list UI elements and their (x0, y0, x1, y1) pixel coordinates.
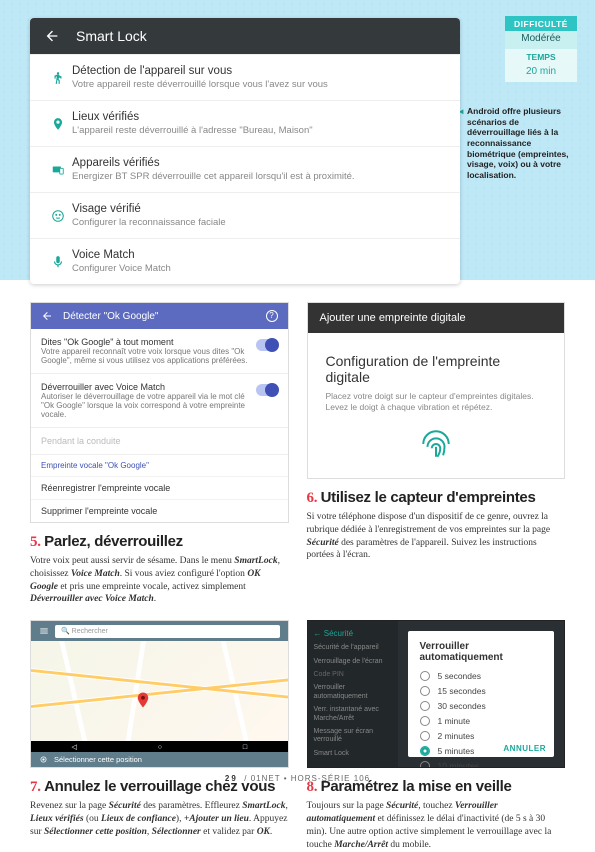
okgoogle-header: Détecter "Ok Google" ? (31, 303, 288, 329)
security-settings-bg: ← Sécurité Sécurité de l'appareil Verrou… (308, 621, 398, 767)
lock-opt-1m[interactable]: 1 minute (420, 716, 543, 726)
step5-body: Votre voix peut aussi servir de sésame. … (30, 555, 289, 606)
page-footer: 29 / 01NET • HORS-SÉRIE 106 (0, 774, 595, 783)
step8-body: Toujours sur la page Sécurité, touchez V… (307, 800, 566, 851)
autolock-screenshot: ← Sécurité Sécurité de l'appareil Verrou… (307, 620, 566, 768)
map-topbar: 🔍 Rechercher (31, 621, 288, 641)
step7-body: Revenez sur la page Sécurité des paramèt… (30, 800, 289, 838)
lock-opt-5s[interactable]: 5 secondes (420, 671, 543, 681)
fingerprint-header: Ajouter une empreinte digitale (308, 303, 565, 333)
security-back[interactable]: ← Sécurité (314, 629, 392, 638)
lock-opt-10m[interactable]: 10 minutes (420, 761, 543, 768)
lock-opt-15s[interactable]: 15 secondes (420, 686, 543, 696)
okg-row-driving[interactable]: Pendant la conduite (31, 428, 288, 455)
nav-home-icon[interactable]: ○ (158, 744, 162, 751)
smartlock-item-voice[interactable]: Voice MatchConfigurer Voice Match (30, 238, 460, 284)
toggle-icon[interactable] (256, 339, 278, 351)
smartlock-card: Smart Lock Détection de l'appareil sur v… (30, 18, 460, 284)
devices-icon (44, 163, 72, 177)
okg-rerecord[interactable]: Réenregistrer l'empreinte vocale (31, 476, 288, 499)
lock-opt-30s[interactable]: 30 secondes (420, 701, 543, 711)
map-screenshot: 🔍 Rechercher ◁ ○ □ Sélectionner cette po… (30, 620, 289, 768)
smartlock-title: Smart Lock (76, 28, 147, 44)
toggle-icon[interactable] (256, 384, 278, 396)
smartlock-header: Smart Lock (30, 18, 460, 54)
map-select-bar[interactable]: Sélectionner cette position (31, 752, 288, 767)
dialog-title: Verrouiller automatiquement (420, 641, 543, 663)
target-icon (39, 755, 48, 764)
smartlock-item-devices[interactable]: Appareils vérifiésEnergizer BT SPR déver… (30, 146, 460, 192)
map-pin-icon (134, 691, 152, 709)
smartlock-item-onbody[interactable]: Détection de l'appareil sur vousVotre ap… (30, 54, 460, 100)
fingerprint-title: Configuration de l'empreinte digitale (326, 353, 547, 385)
fingerprint-icon (326, 427, 547, 464)
lock-opt-2m[interactable]: 2 minutes (420, 731, 543, 741)
place-icon (44, 117, 72, 131)
smartlock-item-places[interactable]: Lieux vérifiésL'appareil reste déverroui… (30, 100, 460, 146)
okg-row-always[interactable]: Dites "Ok Google" à tout momentVotre app… (31, 329, 288, 374)
nav-back-icon[interactable]: ◁ (71, 743, 76, 751)
map-search-input[interactable]: 🔍 Rechercher (55, 625, 280, 638)
nav-recent-icon[interactable]: □ (243, 744, 247, 751)
face-icon (44, 209, 72, 223)
menu-icon[interactable] (39, 626, 49, 636)
autolock-dialog: Verrouiller automatiquement 5 secondes 1… (408, 631, 555, 757)
fingerprint-panel: Ajouter une empreinte digitale Configura… (307, 302, 566, 479)
okgoogle-panel: Détecter "Ok Google" ? Dites "Ok Google"… (30, 302, 289, 523)
map-canvas[interactable] (31, 641, 288, 753)
fingerprint-sub: Placez votre doigt sur le capteur d'empr… (326, 391, 547, 413)
back-arrow-icon[interactable] (44, 28, 60, 44)
step5-heading: 5. Parlez, déverrouillez (30, 533, 289, 551)
help-icon[interactable]: ? (266, 310, 278, 322)
okg-section-label: Empreinte vocale "Ok Google" (31, 455, 288, 476)
okg-delete[interactable]: Supprimer l'empreinte vocale (31, 499, 288, 522)
mic-icon (44, 255, 72, 269)
smartlock-item-face[interactable]: Visage vérifiéConfigurer la reconnaissan… (30, 192, 460, 238)
step6-body: Si votre téléphone dispose d'un disposit… (307, 511, 566, 562)
step6-heading: 6. Utilisez le capteur d'empreintes (307, 489, 566, 507)
okg-row-unlock[interactable]: Déverrouiller avec Voice MatchAutoriser … (31, 374, 288, 428)
cancel-button[interactable]: ANNULER (503, 744, 546, 753)
back-arrow-icon[interactable] (41, 310, 53, 322)
walk-icon (44, 71, 72, 85)
